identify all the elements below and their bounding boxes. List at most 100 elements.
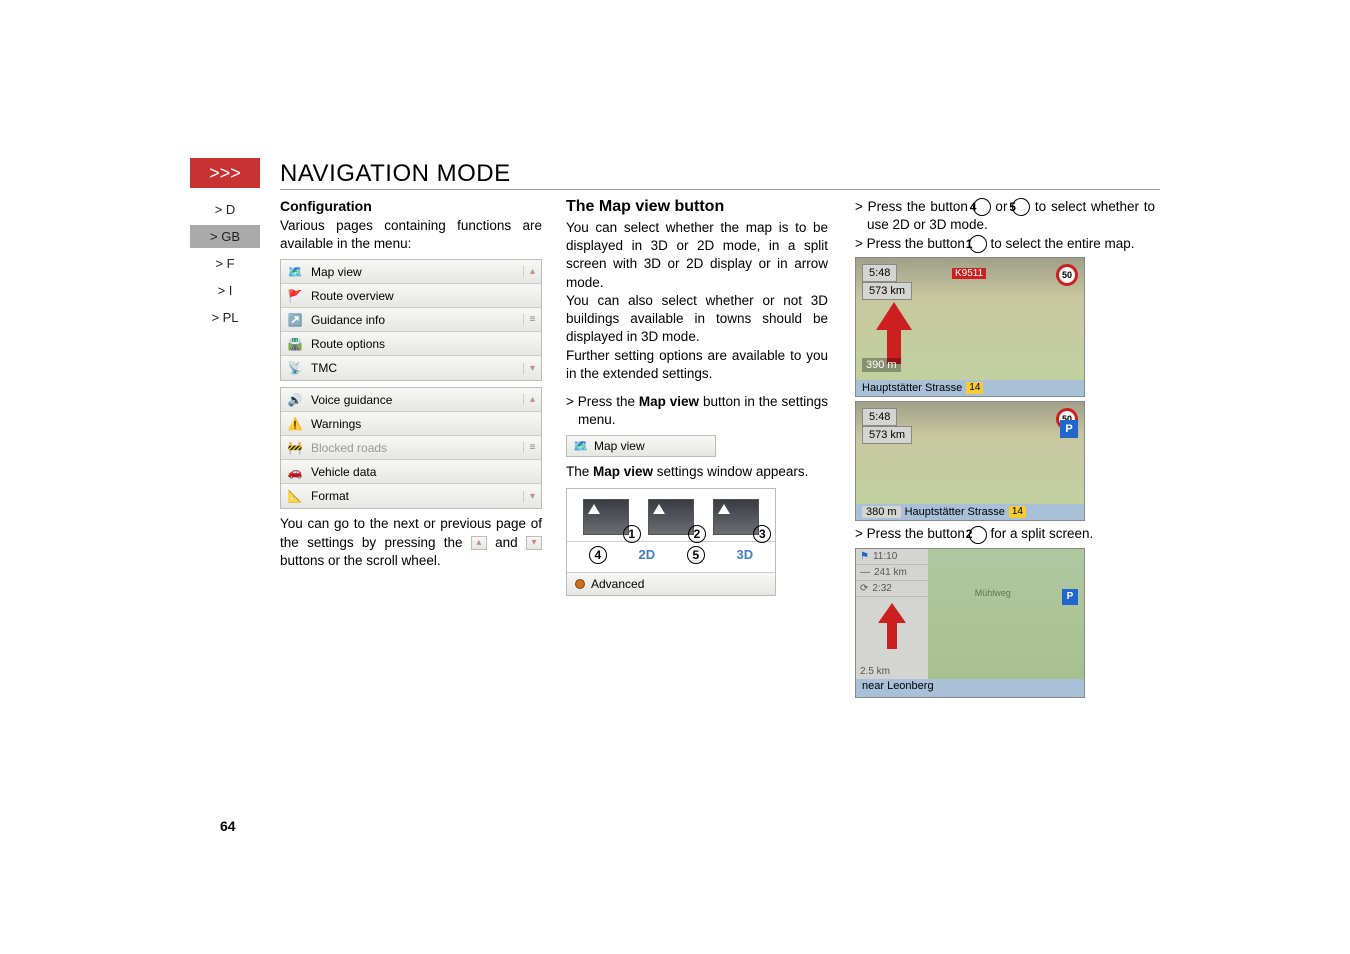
gear-icon	[575, 579, 585, 589]
marker-1-ref: 1	[969, 235, 987, 253]
row-label: Warnings	[309, 417, 523, 431]
street-bar: Hauptstätter Strasse14	[856, 380, 1084, 396]
config-list-2: 🔊 Voice guidance ▴ ⚠️ Warnings 🚧 Blocked…	[280, 387, 542, 509]
row-guidance-info[interactable]: ↗️ Guidance info ≡	[281, 308, 541, 332]
eta-time: ⚑11:10	[856, 549, 928, 565]
row-tmc[interactable]: 📡 TMC ▾	[281, 356, 541, 380]
vehicle-icon: 🚗	[281, 465, 309, 479]
column-2: The Map view button You can select wheth…	[566, 198, 828, 894]
scroll-handle-icon[interactable]: ≡	[523, 442, 541, 453]
scroll-handle-icon[interactable]: ≡	[523, 314, 541, 325]
map-screenshot-2d: 5:48 573 km 50 P 380 m Hauptstätter Stra…	[855, 401, 1085, 521]
motorway-label: Mühlweg	[975, 588, 1011, 598]
map-view-button[interactable]: 🗺️ Map view	[566, 435, 716, 457]
thumb-3[interactable]	[713, 499, 759, 535]
thumb-1[interactable]	[583, 499, 629, 535]
scroll-down-icon[interactable]: ▾	[523, 491, 541, 502]
page-title: NAVIGATION MODE	[280, 160, 511, 188]
advanced-label[interactable]: Advanced	[591, 577, 644, 591]
configuration-heading: Configuration	[280, 198, 542, 214]
row-label: Vehicle data	[309, 465, 523, 479]
remaining-dist: —241 km	[856, 565, 928, 581]
row-route-options[interactable]: 🛣️ Route options	[281, 332, 541, 356]
language-nav: > D > GB > F > I > PL	[190, 198, 260, 329]
parking-icon: P	[1062, 589, 1078, 605]
maneuver-dist: 2.5 km	[856, 664, 928, 679]
format-icon: 📐	[281, 489, 309, 503]
row-blocked-roads[interactable]: 🚧 Blocked roads ≡	[281, 436, 541, 460]
scroll-instruction: You can go to the next or previous page …	[280, 515, 542, 570]
config-list-1: 🗺️ Map view ▴ 🚩 Route overview ↗️ Guidan…	[280, 259, 542, 381]
street-marker: 14	[966, 382, 983, 394]
lang-d[interactable]: > D	[190, 198, 260, 221]
marker-4-ref: 4	[973, 198, 991, 216]
mapview-p2: You can also select whether or not 3D bu…	[566, 292, 828, 347]
scroll-up-icon[interactable]: ▴	[523, 394, 541, 405]
row-label: Guidance info	[309, 313, 523, 327]
mapview-p1: You can select whether the map is to be …	[566, 219, 828, 292]
row-label: TMC	[309, 361, 523, 375]
tmc-icon: 📡	[281, 361, 309, 375]
mapview-settings-panel: 1 2 3 4 2D 5 3D Advanced	[566, 488, 776, 596]
configuration-intro: Various pages containing functions are a…	[280, 217, 542, 253]
voice-icon: 🔊	[281, 393, 309, 407]
row-format[interactable]: 📐 Format ▾	[281, 484, 541, 508]
scroll-down-icon[interactable]: ▾	[523, 363, 541, 374]
marker-4: 4	[589, 546, 607, 564]
bullet-2-split: > Press the button 2 for a split screen.	[867, 525, 1155, 543]
chevron-banner: >>>	[190, 158, 260, 188]
row-map-view[interactable]: 🗺️ Map view ▴	[281, 260, 541, 284]
road-marker: K9511	[952, 268, 986, 279]
street-bar: near Leonberg	[856, 679, 1084, 697]
lang-pl[interactable]: > PL	[190, 306, 260, 329]
map-screenshot-split: ⚑11:10 —241 km ⟳2:32 2.5 km Mühlweg P ne…	[855, 548, 1085, 698]
lang-gb[interactable]: > GB	[190, 225, 260, 248]
mapview-bullet1: > Press the Map view button in the setti…	[578, 393, 828, 429]
flag-icon: 🚩	[281, 289, 309, 303]
remaining-dist: 573 km	[862, 282, 912, 300]
mapview-heading: The Map view button	[566, 198, 828, 216]
row-warnings[interactable]: ⚠️ Warnings	[281, 412, 541, 436]
mode-2d-label[interactable]: 2D	[639, 547, 656, 562]
lang-i[interactable]: > I	[190, 279, 260, 302]
marker-1: 1	[623, 525, 641, 543]
mapview-appears: The Map view settings window appears.	[566, 463, 828, 481]
marker-2: 2	[688, 525, 706, 543]
eta-time: 5:48	[862, 408, 897, 426]
scroll-down-btn-icon: ▾	[526, 536, 542, 550]
maneuver-dist: 390 m	[862, 358, 901, 372]
bullet-1-entire: > Press the button 1 to select the entir…	[867, 235, 1155, 253]
mapview-p3: Further setting options are available to…	[566, 347, 828, 383]
bullet-4or5: > Press the button 4 or 5 to select whet…	[867, 198, 1155, 235]
map-icon: 🗺️	[573, 439, 588, 453]
mode-3d-label[interactable]: 3D	[737, 547, 754, 562]
eta-time: 5:48	[862, 264, 897, 282]
column-1: Configuration Various pages containing f…	[280, 198, 542, 894]
map-view-btn-label: Map view	[594, 439, 645, 453]
parking-icon: P	[1060, 420, 1078, 438]
scroll-up-icon[interactable]: ▴	[523, 266, 541, 277]
options-icon: 🛣️	[281, 337, 309, 351]
column-3: > Press the button 4 or 5 to select whet…	[855, 198, 1155, 894]
street-bar: 380 m Hauptstätter Strasse14	[856, 504, 1084, 520]
direction-arrow-icon	[876, 302, 912, 330]
blocked-icon: 🚧	[281, 441, 309, 455]
thumb-2[interactable]	[648, 499, 694, 535]
row-label: Map view	[309, 265, 523, 279]
row-label: Voice guidance	[309, 393, 523, 407]
map-icon: 🗺️	[281, 265, 309, 279]
row-label: Format	[309, 489, 523, 503]
row-route-overview[interactable]: 🚩 Route overview	[281, 284, 541, 308]
lang-f[interactable]: > F	[190, 252, 260, 275]
title-rule	[280, 189, 1160, 190]
street-marker: 14	[1009, 506, 1026, 518]
row-voice-guidance[interactable]: 🔊 Voice guidance ▴	[281, 388, 541, 412]
page-number: 64	[220, 818, 236, 834]
marker-5-ref: 5	[1012, 198, 1030, 216]
speed-limit-badge: 50	[1056, 264, 1078, 286]
row-label: Blocked roads	[309, 441, 523, 455]
marker-5: 5	[687, 546, 705, 564]
row-label: Route overview	[309, 289, 523, 303]
row-vehicle-data[interactable]: 🚗 Vehicle data	[281, 460, 541, 484]
marker-3: 3	[753, 525, 771, 543]
